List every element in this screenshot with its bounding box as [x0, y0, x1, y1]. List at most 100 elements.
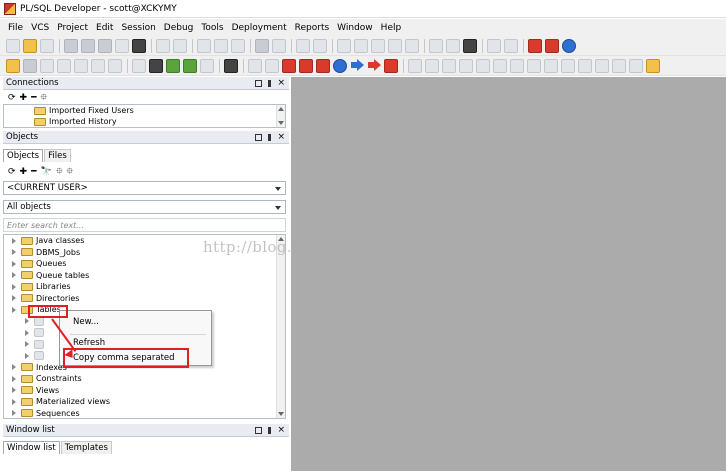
- menu-help[interactable]: Help: [381, 23, 402, 33]
- pdf-icon[interactable]: [545, 38, 559, 53]
- macro-11-icon[interactable]: [578, 58, 592, 73]
- unindent-icon[interactable]: [354, 38, 368, 53]
- stop-icon[interactable]: [528, 38, 542, 53]
- save-icon[interactable]: [64, 38, 78, 53]
- cut-icon[interactable]: [197, 38, 211, 53]
- filter-icon[interactable]: ⯐: [56, 164, 63, 180]
- expand-icon[interactable]: [11, 249, 17, 256]
- macro-2-icon[interactable]: [425, 58, 439, 73]
- refresh-icon[interactable]: ⟳: [8, 167, 16, 177]
- remove-icon[interactable]: ━: [31, 93, 36, 103]
- menu-edit[interactable]: Edit: [96, 23, 113, 33]
- expand-icon[interactable]: [24, 341, 30, 348]
- debug-stop-icon[interactable]: [282, 58, 296, 73]
- menu-reports[interactable]: Reports: [295, 23, 330, 33]
- macro-10-icon[interactable]: [561, 58, 575, 73]
- expand-icon[interactable]: [24, 352, 30, 359]
- save-all-icon[interactable]: [81, 38, 95, 53]
- expand-icon[interactable]: [11, 387, 17, 394]
- print-icon[interactable]: [115, 38, 129, 53]
- tab-window-list[interactable]: Window list: [3, 441, 60, 454]
- debug-pause-icon[interactable]: [299, 58, 313, 73]
- paste-icon[interactable]: [231, 38, 245, 53]
- wrench-icon[interactable]: [224, 58, 238, 73]
- tree-item[interactable]: Libraries: [4, 281, 285, 293]
- execute-icon[interactable]: [40, 58, 54, 73]
- query-builder-icon[interactable]: [463, 38, 477, 53]
- add-icon[interactable]: ✚: [20, 93, 28, 103]
- tree-item[interactable]: Queue tables: [4, 270, 285, 282]
- report-icon[interactable]: [183, 58, 197, 73]
- replace-icon[interactable]: [272, 38, 286, 53]
- commit-icon[interactable]: [91, 58, 105, 73]
- collapse-icon[interactable]: [11, 306, 17, 313]
- macro-7-icon[interactable]: [510, 58, 524, 73]
- lock-icon[interactable]: [646, 58, 660, 73]
- close-icon[interactable]: ×: [277, 78, 285, 87]
- menu-tools[interactable]: Tools: [201, 23, 223, 33]
- step-over-icon[interactable]: [367, 58, 381, 73]
- scroll-down-icon[interactable]: [278, 412, 284, 416]
- context-menu-new[interactable]: New...: [60, 315, 211, 329]
- expand-icon[interactable]: [11, 295, 17, 302]
- debug-start-icon[interactable]: [248, 58, 262, 73]
- breakpoint-icon[interactable]: [316, 58, 330, 73]
- fetch-icon[interactable]: [74, 58, 88, 73]
- macro-8-icon[interactable]: [527, 58, 541, 73]
- macro-1-icon[interactable]: [408, 58, 422, 73]
- rollback-icon[interactable]: [108, 58, 122, 73]
- log-on-icon[interactable]: [6, 58, 20, 73]
- expand-icon[interactable]: [24, 318, 30, 325]
- expand-icon[interactable]: [11, 260, 17, 267]
- expand-icon[interactable]: [11, 272, 17, 279]
- comment-icon[interactable]: [371, 38, 385, 53]
- expand-icon[interactable]: [11, 283, 17, 290]
- minimize-icon[interactable]: [255, 79, 263, 87]
- undo-icon[interactable]: [156, 38, 170, 53]
- menu-window[interactable]: Window: [337, 23, 373, 33]
- window-cascade-icon[interactable]: [504, 38, 518, 53]
- new-icon[interactable]: [6, 38, 20, 53]
- menu-session[interactable]: Session: [121, 23, 155, 33]
- expand-icon[interactable]: [11, 410, 17, 417]
- beautify-icon[interactable]: [429, 38, 443, 53]
- print-preview-icon[interactable]: [132, 38, 146, 53]
- menu-project[interactable]: Project: [57, 23, 88, 33]
- tree-item[interactable]: Directories: [4, 293, 285, 305]
- tree-item[interactable]: Queues: [4, 258, 285, 270]
- uncomment-icon[interactable]: [388, 38, 402, 53]
- scroll-up-icon[interactable]: [278, 107, 284, 111]
- user-select[interactable]: <CURRENT USER>: [3, 181, 286, 195]
- format-icon[interactable]: [405, 38, 419, 53]
- menu-vcs[interactable]: VCS: [31, 23, 49, 33]
- sql-window-icon[interactable]: [149, 58, 163, 73]
- minimize-icon[interactable]: [255, 426, 263, 434]
- macro-9-icon[interactable]: [544, 58, 558, 73]
- close-icon[interactable]: ×: [277, 132, 285, 141]
- close-doc-icon[interactable]: [98, 38, 112, 53]
- tab-templates[interactable]: Templates: [60, 441, 112, 454]
- macro-5-icon[interactable]: [476, 58, 490, 73]
- explain-plan-icon[interactable]: [132, 58, 146, 73]
- tree-item[interactable]: Views: [4, 385, 285, 397]
- break-icon[interactable]: [57, 58, 71, 73]
- menu-debug[interactable]: Debug: [164, 23, 194, 33]
- vertical-scrollbar[interactable]: [276, 105, 285, 127]
- bookmark-icon[interactable]: [313, 38, 327, 53]
- connection-icon[interactable]: [23, 58, 37, 73]
- debug-run-icon[interactable]: [265, 58, 279, 73]
- tab-objects[interactable]: Objects: [3, 149, 44, 162]
- find-icon[interactable]: 🔭: [41, 167, 52, 177]
- command-window-icon[interactable]: [166, 58, 180, 73]
- step-out-icon[interactable]: [384, 58, 398, 73]
- copy-icon[interactable]: [214, 38, 228, 53]
- menu-file[interactable]: File: [8, 23, 23, 33]
- step-into-icon[interactable]: [350, 58, 364, 73]
- refresh-icon[interactable]: ⟳: [8, 93, 16, 103]
- scroll-down-icon[interactable]: [278, 121, 284, 125]
- tab-files[interactable]: Files: [44, 149, 71, 162]
- macro-4-icon[interactable]: [459, 58, 473, 73]
- goto-icon[interactable]: [296, 38, 310, 53]
- remove-icon[interactable]: ━: [31, 167, 36, 177]
- pin-icon[interactable]: [266, 426, 273, 434]
